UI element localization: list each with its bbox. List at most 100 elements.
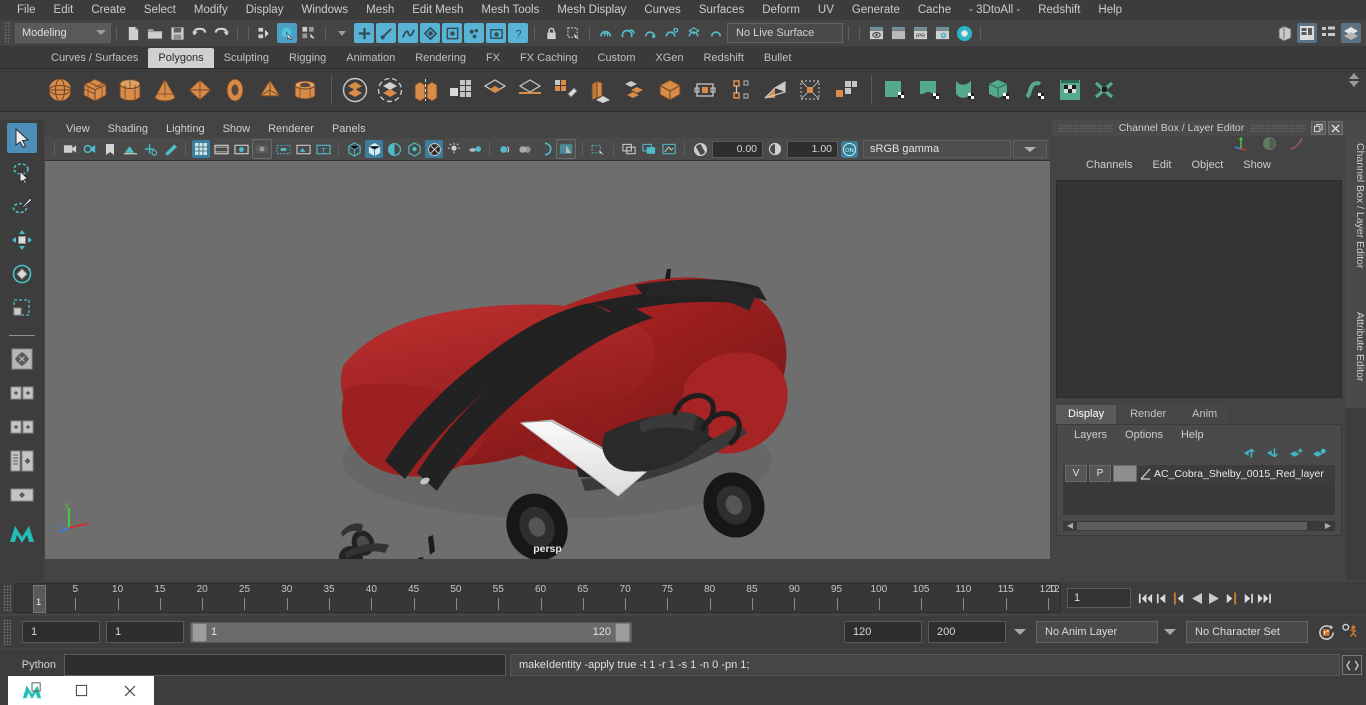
transform-gizmo-icon[interactable] [1234,136,1250,154]
select-curve-icon[interactable] [398,23,418,43]
shelf-tab-rigging[interactable]: Rigging [278,48,337,68]
menu-cache[interactable]: Cache [909,0,960,20]
maya-window-icon[interactable] [8,676,57,705]
layer-menu-options[interactable]: Options [1116,429,1172,441]
time-slider-grip[interactable] [3,585,11,611]
poly-pyramid-icon[interactable] [254,73,286,107]
maya-logo-icon[interactable] [7,518,37,548]
render-current-frame-icon[interactable] [866,23,886,43]
snap-point-icon[interactable] [640,23,660,43]
select-point-icon[interactable] [376,23,396,43]
move-layer-down-icon[interactable] [1266,447,1281,462]
animation-preferences-icon[interactable] [1338,623,1362,641]
outliner-persp-layout-icon[interactable] [7,446,37,476]
select-render-icon[interactable] [486,23,506,43]
combine-icon[interactable] [409,73,441,107]
uv-spherical-icon[interactable] [949,73,981,107]
poly-cone-icon[interactable] [149,73,181,107]
shelf-scroll-arrows[interactable] [1346,71,1362,89]
viewport-menu-shading[interactable]: Shading [99,123,157,135]
scrollbar-thumb[interactable] [1077,522,1307,530]
lock-icon[interactable] [541,23,561,43]
poly-plane-icon[interactable] [184,73,216,107]
undock-icon[interactable] [1311,121,1326,135]
motion-blur-icon[interactable] [496,140,514,158]
uv-cut-sew-icon[interactable] [1089,73,1121,107]
select-handle-icon[interactable] [354,23,374,43]
animation-end-field[interactable]: 200 [928,621,1006,643]
shelf-tab-animation[interactable]: Animation [336,48,406,68]
poly-sphere-icon[interactable] [44,73,76,107]
command-input[interactable] [64,654,506,676]
menu-help[interactable]: Help [1089,0,1131,20]
range-start-handle[interactable] [192,622,207,642]
save-scene-icon[interactable] [167,23,187,43]
anim-layer-dropdown-arrow[interactable] [1014,629,1026,635]
sphere-preview-icon[interactable] [1262,136,1277,154]
wireframe-icon[interactable] [345,140,363,158]
depth-of-field-icon[interactable] [536,140,554,158]
uv-cylindrical-icon[interactable] [914,73,946,107]
layer-row[interactable]: V P AC_Cobra_Shelby_0015_Red_layer [1063,465,1335,482]
menu-windows[interactable]: Windows [292,0,357,20]
four-view-layout-icon[interactable] [7,344,37,374]
go-to-end-icon[interactable] [1256,588,1273,608]
range-end-handle[interactable] [615,622,630,642]
shelf-tab-rendering[interactable]: Rendering [405,48,476,68]
smooth-shade-all-icon[interactable] [365,140,383,158]
menu-redshift[interactable]: Redshift [1029,0,1089,20]
2d-pan-zoom-icon[interactable] [141,140,159,158]
character-set-dropdown-arrow[interactable] [1164,629,1176,635]
shelf-tab-polygons[interactable]: Polygons [148,48,214,68]
paint-select-tool-icon[interactable] [7,191,37,221]
multi-cut-icon[interactable] [619,73,651,107]
film-gate-icon[interactable] [212,140,230,158]
step-forward-keyframe-icon[interactable] [1239,588,1256,608]
use-all-lights-icon[interactable] [425,140,443,158]
go-to-start-icon[interactable] [1137,588,1154,608]
uv-automatic-icon[interactable] [984,73,1016,107]
resolution-gate-icon[interactable] [232,140,250,158]
viewport-menu-renderer[interactable]: Renderer [259,123,323,135]
select-tool-icon[interactable] [7,123,37,153]
anim-layer-selector[interactable]: No Anim Layer [1036,621,1158,643]
safe-action-icon[interactable] [294,140,312,158]
channel-menu-object[interactable]: Object [1181,159,1233,171]
fill-hole-icon[interactable] [794,73,826,107]
show-hide-channel-box-icon[interactable] [1341,23,1361,43]
poly-torus-icon[interactable] [219,73,251,107]
redo-icon[interactable] [211,23,231,43]
range-end-field[interactable]: 120 [844,621,922,643]
scale-tool-icon[interactable] [7,293,37,323]
boolean-difference-icon[interactable] [374,73,406,107]
poly-cube-icon[interactable] [79,73,111,107]
menu-3dtoall[interactable]: - 3DtoAll - [960,0,1029,20]
menu-mesh[interactable]: Mesh [357,0,403,20]
snap-projected-icon[interactable] [662,23,682,43]
view-transform-selector[interactable]: sRGB gamma [863,140,1011,158]
animation-start-field[interactable]: 1 [22,621,100,643]
layer-menu-help[interactable]: Help [1172,429,1213,441]
channel-menu-edit[interactable]: Edit [1142,159,1181,171]
viewport-menu-panels[interactable]: Panels [323,123,375,135]
bridge-icon[interactable] [724,73,756,107]
viewport-menu-lighting[interactable]: Lighting [157,123,214,135]
range-track[interactable]: 1 120 [190,621,632,643]
xray-icon[interactable] [589,140,607,158]
viewport-canvas[interactable]: y x z persp [45,161,1050,559]
camera-attributes-icon[interactable] [81,140,99,158]
shelf-tab-fx[interactable]: FX [475,48,511,68]
menu-display[interactable]: Display [237,0,293,20]
menu-edit-mesh[interactable]: Edit Mesh [403,0,472,20]
gamma-icon[interactable] [766,140,784,158]
boolean-union-icon[interactable] [339,73,371,107]
close-icon[interactable] [105,676,154,705]
move-layer-up-icon[interactable] [1243,447,1258,462]
layer-list[interactable]: V P AC_Cobra_Shelby_0015_Red_layer [1063,465,1335,515]
panel-drag-handle[interactable] [1058,124,1113,132]
lasso-select-tool-icon[interactable] [7,157,37,187]
isolate-select-icon[interactable] [556,139,576,159]
menu-mesh-tools[interactable]: Mesh Tools [472,0,548,20]
character-set-selector[interactable]: No Character Set [1186,621,1308,643]
range-start-field[interactable]: 1 [106,621,184,643]
